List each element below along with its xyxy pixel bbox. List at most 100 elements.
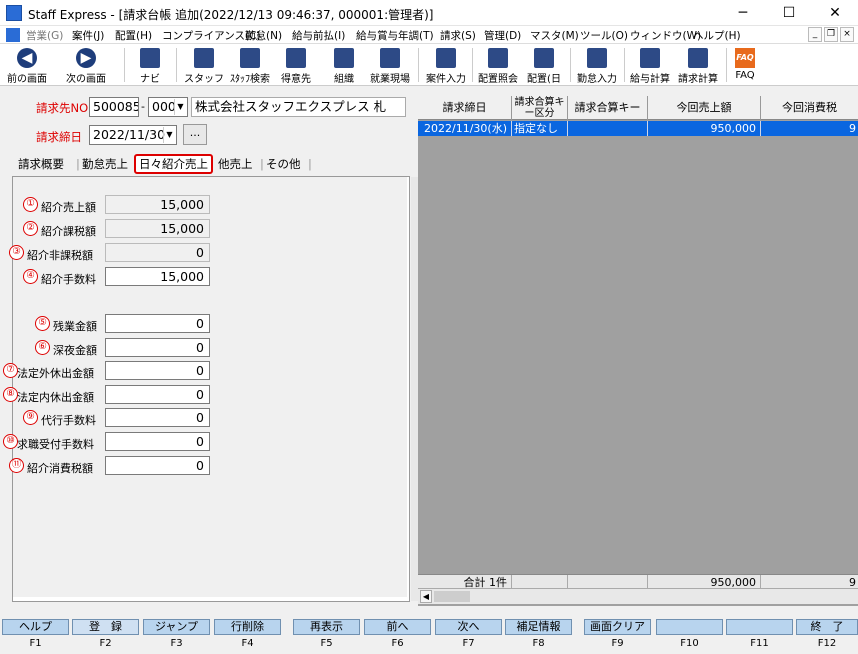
title-bar: Staff Express - [請求台帳 追加(2022/12/13 09:4… (0, 0, 858, 26)
menu-tools[interactable]: ツール(O) (580, 28, 628, 43)
menu-attendance[interactable]: 勤怠(N) (245, 28, 282, 43)
minimize-button[interactable]: ─ (720, 0, 766, 26)
menu-billing[interactable]: 請求(S) (440, 28, 476, 43)
job-entry-button[interactable]: 案件入力 (422, 46, 470, 85)
menu-window[interactable]: ウィンドウ(W) (630, 28, 701, 43)
arrow-left-icon: ◀ (17, 48, 37, 68)
staff-search-icon (240, 48, 260, 68)
col-merge-key-type[interactable]: 請求合算キー区分 (512, 96, 568, 120)
grid-header: 請求締日 請求合算キー区分 請求合算キー 今回売上額 今回消費税 (418, 96, 858, 120)
menu-help[interactable]: ヘルプ(H) (693, 28, 741, 43)
attendance-icon (587, 48, 607, 68)
previous-button[interactable]: 前へ (364, 619, 431, 635)
fkey-label: F11 (750, 638, 769, 649)
register-button[interactable]: 登 録 (72, 619, 139, 635)
field-label: 紹介非課税額 (27, 249, 93, 262)
agency-fee-input[interactable]: 0 (105, 408, 210, 427)
navi-button[interactable]: ナビ (132, 46, 168, 85)
close-date-select[interactable]: 2022/11/30 ▼ (89, 125, 177, 145)
tab-other-sales[interactable]: 他売上 (218, 154, 253, 174)
menu-payroll[interactable]: 給与賞与年調(T) (356, 28, 434, 43)
org-button[interactable]: 組織 (324, 46, 364, 85)
exit-button[interactable]: 終 了 (796, 619, 858, 635)
col-close-date[interactable]: 請求締日 (418, 96, 512, 120)
close-date-label: 請求締日 (36, 130, 82, 144)
col-current-tax[interactable]: 今回消費税 (761, 96, 858, 120)
mdi-close-button[interactable]: × (840, 27, 854, 42)
prev-screen-button[interactable]: ◀ 前の画面 (4, 46, 50, 85)
jump-button[interactable]: ジャンプ (143, 619, 210, 635)
staff-search-button[interactable]: ｽﾀｯﾌ検索 (226, 46, 274, 85)
fkey-label: F1 (29, 638, 42, 649)
fkey-label: F6 (391, 638, 404, 649)
next-screen-button[interactable]: ▶ 次の画面 (56, 46, 116, 85)
maximize-button[interactable]: ☐ (766, 0, 812, 26)
menu-jobs[interactable]: 案件(J) (72, 28, 104, 43)
client-button[interactable]: 得意先 (276, 46, 316, 85)
fkey-label: F8 (532, 638, 545, 649)
cell-kind: 指定なし (512, 121, 568, 136)
menu-master[interactable]: マスタ(M) (530, 28, 579, 43)
mdi-minimize-button[interactable]: _ (808, 27, 822, 42)
billing-calc-button[interactable]: 請求計算 (674, 46, 722, 85)
field-label: 紹介手数料 (41, 273, 96, 286)
menu-advance[interactable]: 給与前払(I) (292, 28, 345, 43)
menu-assign[interactable]: 配置(H) (115, 28, 152, 43)
assign-inquiry-button[interactable]: 配置照会 (474, 46, 522, 85)
assign-day-button[interactable]: 配置(日 (522, 46, 566, 85)
app-icon (6, 5, 22, 21)
worksite-button[interactable]: 就業現場 (366, 46, 414, 85)
close-date-lookup-button[interactable]: ... (183, 124, 207, 145)
refresh-button[interactable]: 再表示 (293, 619, 360, 635)
tab-daily-referral-sales[interactable]: 日々紹介売上 (134, 154, 213, 174)
fkey-label: F12 (817, 638, 837, 649)
cell-sales: 950,000 (648, 121, 761, 136)
field-number: ⑪ (9, 458, 24, 473)
delete-row-button[interactable]: 行削除 (214, 619, 281, 635)
col-merge-key[interactable]: 請求合算キー (568, 96, 648, 120)
attendance-entry-button[interactable]: 勤怠入力 (574, 46, 620, 85)
referral-consumption-tax-input[interactable]: 0 (105, 456, 210, 475)
overtime-amount-input[interactable]: 0 (105, 314, 210, 333)
clear-screen-button[interactable]: 画面クリア (584, 619, 651, 635)
field-number: ③ (9, 245, 24, 260)
tab-attendance-sales[interactable]: 勤怠売上 (82, 154, 128, 174)
col-current-sales[interactable]: 今回売上額 (648, 96, 761, 120)
scroll-thumb[interactable] (434, 591, 470, 602)
next-button[interactable]: 次へ (435, 619, 502, 635)
job-application-fee-input[interactable]: 0 (105, 432, 210, 451)
payroll-calc-button[interactable]: 給与計算 (626, 46, 674, 85)
statutory-internal-holiday-input[interactable]: 0 (105, 385, 210, 404)
f10-button[interactable] (656, 619, 723, 635)
tab-others[interactable]: その他 (266, 154, 301, 174)
horizontal-scrollbar[interactable]: ◀ (418, 588, 858, 604)
late-night-amount-input[interactable]: 0 (105, 338, 210, 357)
billing-no-separator: - (141, 100, 145, 113)
tab-divider: | (76, 157, 80, 171)
fkey-label: F10 (680, 638, 699, 649)
statutory-external-holiday-input[interactable]: 0 (105, 361, 210, 380)
tab-divider: | (308, 157, 312, 171)
field-label: 紹介売上額 (41, 201, 96, 214)
assign-day-icon (534, 48, 554, 68)
mdi-restore-button[interactable]: ❐ (824, 27, 838, 42)
help-button[interactable]: ヘルプ (2, 619, 69, 635)
cell-tax: 9 (849, 122, 856, 135)
menu-bar: 営業(G) 案件(J) 配置(H) コンプライアンス(C) 勤怠(N) 給与前払… (0, 26, 858, 44)
billing-no-label: 請求先NO (36, 101, 89, 115)
arrow-right-icon: ▶ (76, 48, 96, 68)
referral-fee-input[interactable]: 15,000 (105, 267, 210, 286)
f11-button[interactable] (726, 619, 793, 635)
billing-no-input[interactable]: 500085 (89, 97, 139, 117)
menu-admin[interactable]: 管理(D) (484, 28, 521, 43)
staff-button[interactable]: スタッフ (184, 46, 224, 85)
table-row[interactable]: 2022/11/30(水) 指定なし 950,000 9 (418, 121, 858, 136)
supplementary-info-button[interactable]: 補足情報 (505, 619, 572, 635)
tab-billing-overview[interactable]: 請求概要 (18, 154, 64, 174)
menu-sales[interactable]: 営業(G) (26, 28, 63, 43)
referral-nontaxable-field: 0 (105, 243, 210, 262)
billing-sub-select[interactable]: 000 ▼ (148, 97, 188, 117)
close-button[interactable]: ✕ (812, 0, 858, 26)
scroll-left-icon[interactable]: ◀ (420, 590, 432, 603)
faq-button[interactable]: FAQ FAQ (730, 46, 760, 84)
